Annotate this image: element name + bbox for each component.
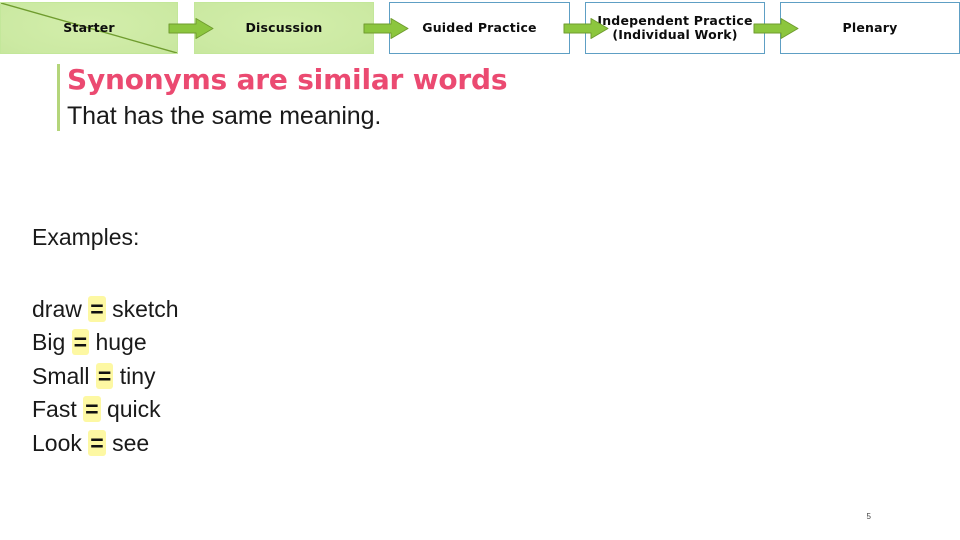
title-block: Synonyms are similar words That has the …	[57, 63, 757, 132]
stage-box-independent-practice[interactable]: Independent Practice (Individual Work)	[585, 2, 765, 54]
stage-progress-arrow-icon	[168, 18, 214, 39]
synonym-word-left: Small	[32, 362, 90, 389]
synonym-word-left: Look	[32, 429, 82, 456]
page-title: Synonyms are similar words	[67, 63, 508, 96]
stage-box-plenary[interactable]: Plenary	[780, 2, 960, 54]
stage-progress-arrow-icon	[363, 18, 409, 39]
lesson-stage-banner: Starter Discussion Guided Practice Independ…	[0, 0, 960, 57]
stage-label: Starter	[63, 19, 115, 35]
synonym-word-right: tiny	[119, 362, 156, 389]
synonym-word-right: sketch	[112, 295, 179, 322]
equals-highlight: =	[71, 329, 90, 356]
synonym-pair-list: draw = sketch Big = huge Small = tiny Fast …	[32, 293, 552, 461]
synonym-word-right: huge	[95, 329, 147, 356]
stage-label: Guided Practice	[422, 19, 537, 35]
synonym-word-left: Big	[32, 329, 66, 356]
page-number: 5	[866, 512, 871, 521]
synonym-word-right: see	[112, 429, 150, 456]
equals-highlight: =	[83, 396, 101, 423]
stage-box-discussion[interactable]: Discussion	[194, 2, 374, 54]
stage-box-starter[interactable]: Starter	[0, 2, 178, 54]
stage-progress-arrow-icon	[563, 18, 609, 39]
stage-box-guided-practice[interactable]: Guided Practice	[389, 2, 570, 54]
stage-label: Independent Practice (Individual Work)	[597, 12, 753, 42]
synonym-word-right: quick	[106, 396, 161, 423]
examples-block: Examples: draw = sketch Big = huge Small =…	[32, 224, 552, 460]
stage-label: Discussion	[245, 19, 323, 35]
synonym-pair-row: Look = see	[32, 427, 552, 461]
synonym-pair-row: Big = huge	[32, 326, 552, 360]
stage-progress-arrow-icon	[753, 18, 799, 39]
examples-heading: Examples:	[32, 224, 140, 250]
equals-highlight: =	[88, 429, 106, 456]
equals-highlight: =	[88, 295, 106, 322]
stage-label: Plenary	[842, 19, 898, 35]
equals-highlight: =	[95, 362, 114, 389]
synonym-word-left: Fast	[32, 396, 77, 423]
synonym-pair-row: draw = sketch	[32, 293, 552, 327]
synonym-pair-row: Small = tiny	[32, 360, 552, 394]
synonym-word-left: draw	[32, 295, 82, 322]
synonym-pair-row: Fast = quick	[32, 393, 552, 427]
page-subtitle: That has the same meaning.	[67, 102, 382, 131]
